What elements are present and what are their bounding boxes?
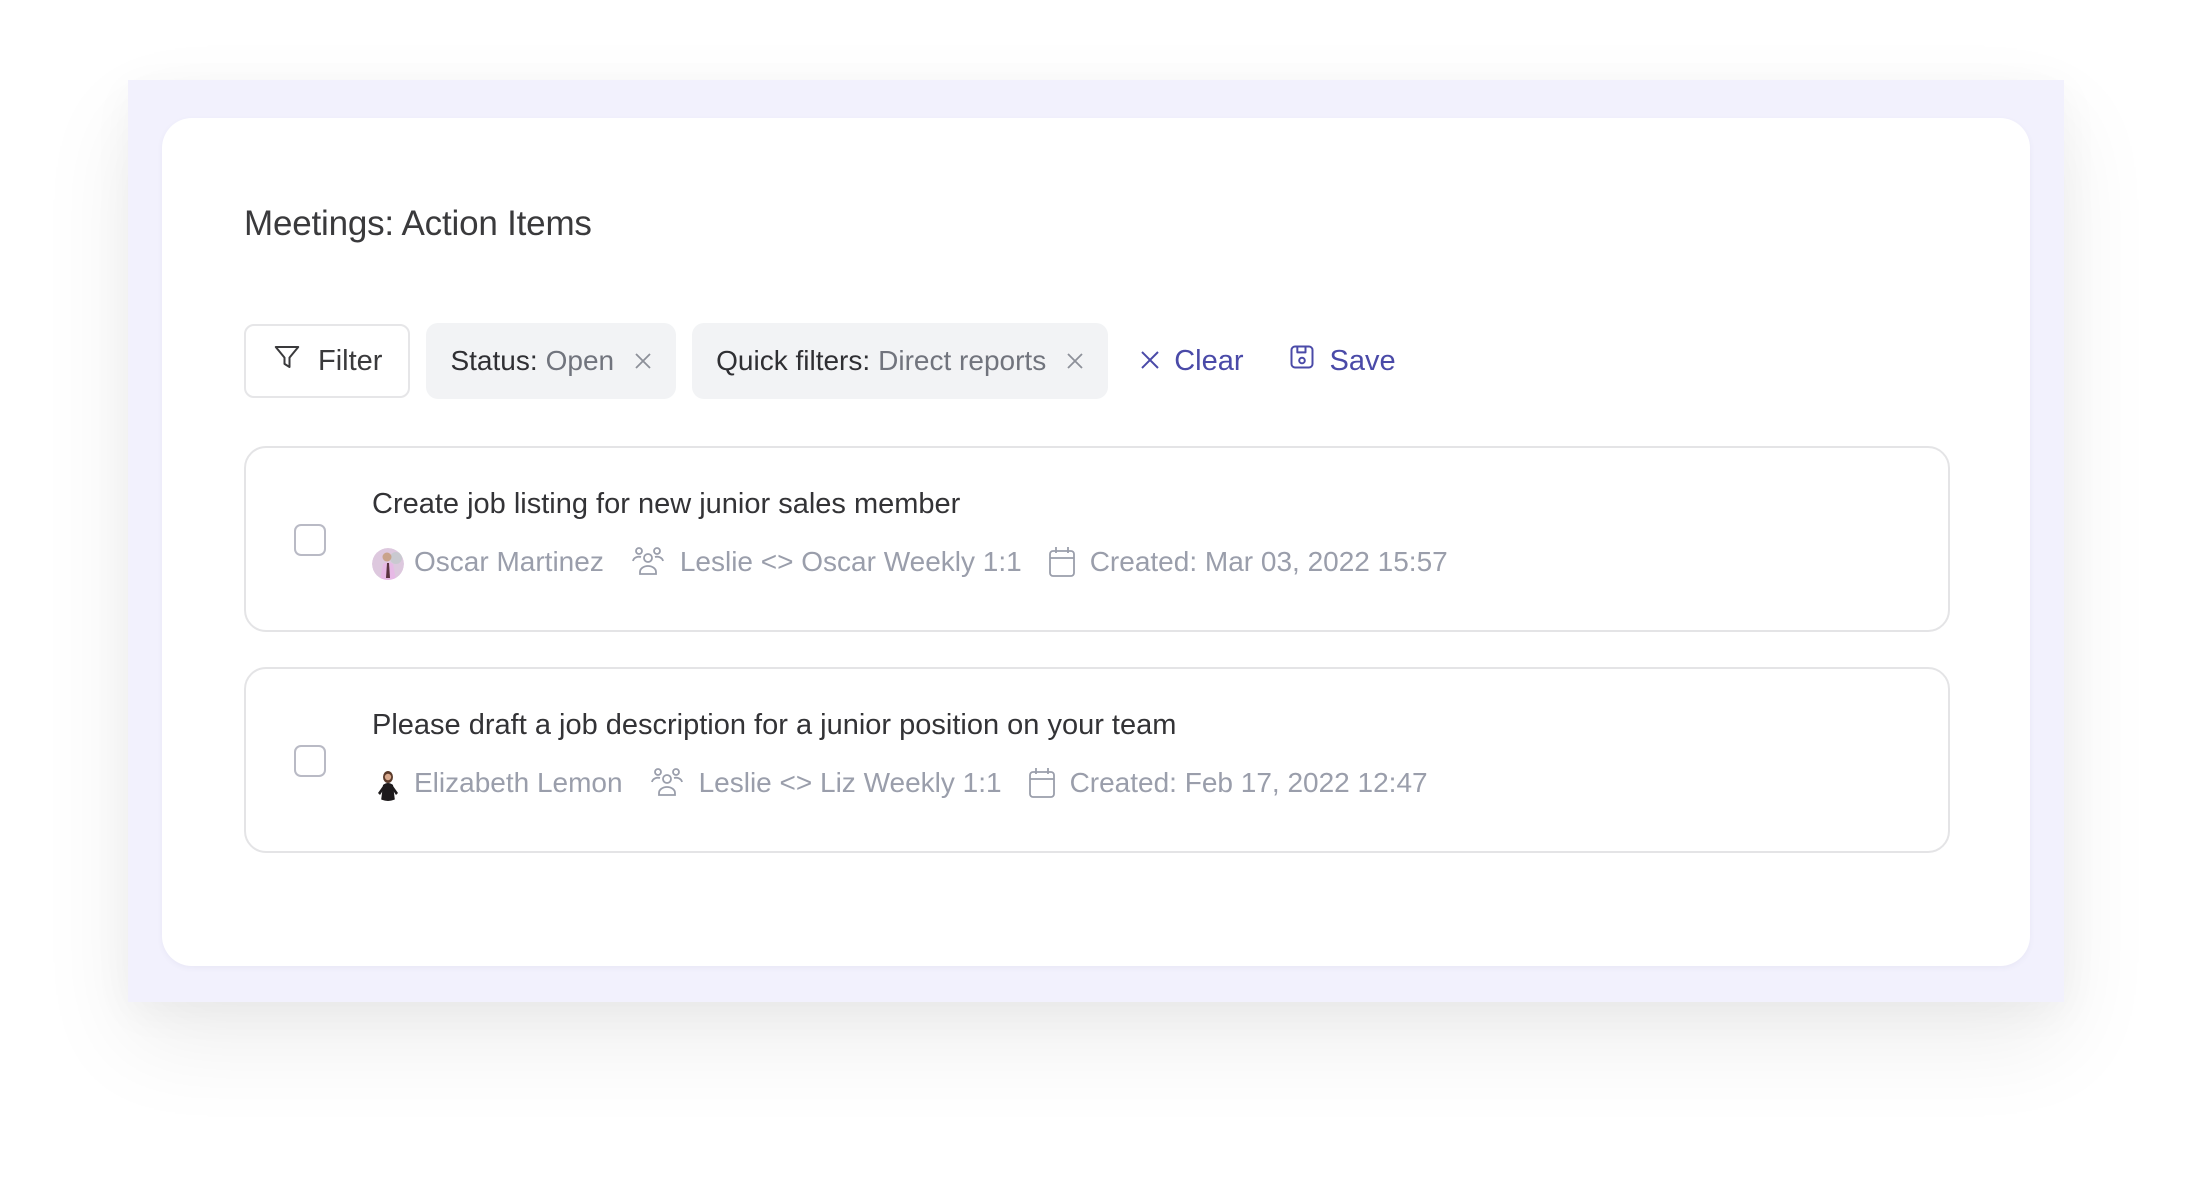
- meeting[interactable]: Leslie <> Oscar Weekly 1:1: [630, 546, 1022, 578]
- avatar: [372, 769, 404, 801]
- created-text: Created: Mar 03, 2022 15:57: [1089, 546, 1448, 577]
- people-group-icon: [649, 767, 685, 799]
- chip-key: Status:: [450, 345, 538, 376]
- avatar: [372, 548, 404, 580]
- assignee: Oscar Martinez: [372, 546, 604, 580]
- assignee-name: Elizabeth Lemon: [414, 767, 623, 798]
- clear-label: Clear: [1174, 344, 1244, 377]
- filter-button-label: Filter: [318, 344, 383, 377]
- meeting-name: Leslie <> Oscar Weekly 1:1: [679, 546, 1022, 577]
- action-item-row: Create job listing for new junior sales …: [244, 446, 1950, 632]
- action-item-meta: Oscar Martinez Leslie <> Oscar Weekly 1:…: [372, 546, 1474, 580]
- action-item-checkbox[interactable]: [294, 524, 326, 556]
- action-item-title[interactable]: Please draft a job description for a jun…: [372, 709, 1176, 742]
- calendar-icon: [1048, 546, 1076, 578]
- floppy-disk-icon: [1288, 343, 1316, 379]
- meeting-name: Leslie <> Liz Weekly 1:1: [698, 767, 1002, 798]
- funnel-icon: [272, 342, 302, 380]
- save-label: Save: [1329, 344, 1396, 377]
- chip-value: Direct reports: [878, 345, 1047, 376]
- calendar-icon: [1028, 767, 1056, 799]
- filter-chip-quick-filters[interactable]: Quick filters: Direct reports: [692, 323, 1109, 399]
- action-item-meta: Elizabeth Lemon Leslie <> Liz Weekly 1:1…: [372, 767, 1454, 801]
- save-filters-button[interactable]: Save: [1288, 343, 1396, 379]
- action-item-title[interactable]: Create job listing for new junior sales …: [372, 488, 960, 521]
- filter-button[interactable]: Filter: [244, 324, 411, 398]
- clear-filters-button[interactable]: Clear: [1140, 344, 1244, 378]
- chip-key: Quick filters:: [716, 345, 871, 376]
- chip-value: Open: [545, 345, 615, 376]
- close-icon: [1140, 345, 1160, 378]
- action-item-row: Please draft a job description for a jun…: [244, 667, 1950, 853]
- page-title: Meetings: Action Items: [244, 204, 592, 243]
- action-items-list: Create job listing for new junior sales …: [244, 446, 1950, 888]
- meeting[interactable]: Leslie <> Liz Weekly 1:1: [649, 767, 1002, 799]
- assignee-name: Oscar Martinez: [414, 546, 604, 577]
- action-item-checkbox[interactable]: [294, 745, 326, 777]
- created-text: Created: Feb 17, 2022 12:47: [1069, 767, 1428, 798]
- filter-bar: Filter Status: Open Quick filters: Direc…: [244, 323, 1424, 399]
- remove-chip-close-icon[interactable]: [1066, 352, 1084, 370]
- page-frame: Meetings: Action Items Filter Status: Op…: [128, 80, 2064, 1002]
- filter-chip-status[interactable]: Status: Open: [426, 323, 677, 399]
- assignee: Elizabeth Lemon: [372, 767, 623, 801]
- created-date: Created: Feb 17, 2022 12:47: [1028, 767, 1428, 799]
- created-date: Created: Mar 03, 2022 15:57: [1048, 546, 1448, 578]
- people-group-icon: [630, 546, 666, 578]
- action-items-card: Meetings: Action Items Filter Status: Op…: [162, 118, 2030, 966]
- remove-chip-close-icon[interactable]: [634, 352, 652, 370]
